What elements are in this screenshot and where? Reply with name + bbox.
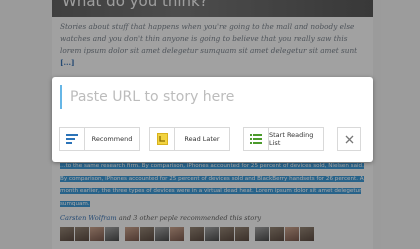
bulleted-list-icon bbox=[244, 128, 269, 150]
close-icon bbox=[345, 135, 353, 143]
close-button[interactable] bbox=[337, 127, 361, 151]
story-url-input[interactable] bbox=[60, 85, 370, 109]
recommend-button[interactable]: Recommend bbox=[59, 127, 140, 151]
share-story-modal: Recommend Read Later Start Reading List bbox=[52, 77, 373, 162]
read-later-button[interactable]: Read Later bbox=[149, 127, 230, 151]
start-reading-list-button[interactable]: Start Reading List bbox=[243, 127, 324, 151]
start-reading-list-label: Start Reading List bbox=[269, 131, 314, 147]
list-lines-icon bbox=[60, 128, 85, 150]
read-later-bookmark-icon bbox=[150, 128, 175, 150]
read-later-label: Read Later bbox=[184, 135, 220, 143]
recommend-label: Recommend bbox=[91, 135, 133, 143]
